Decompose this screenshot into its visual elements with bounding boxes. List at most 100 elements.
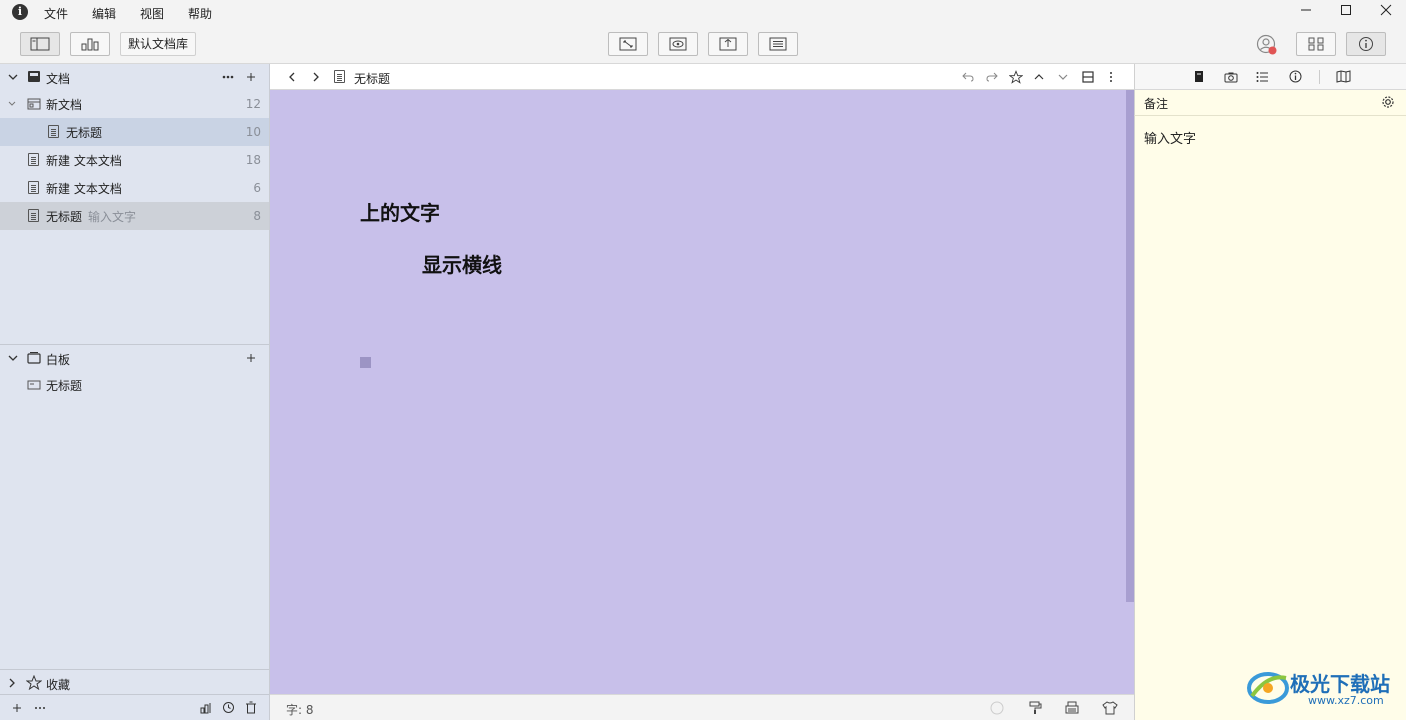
document-icon: [28, 209, 39, 222]
watermark-url: www.xz7.com: [1308, 694, 1384, 707]
editor-canvas[interactable]: [270, 90, 1134, 694]
menu-edit[interactable]: 编辑: [92, 5, 116, 22]
user-account-icon[interactable]: [1256, 34, 1278, 56]
sidebar-item-label: 无标题: [66, 125, 103, 140]
sidebar-item-label: 无标题: [46, 209, 83, 224]
chevron-down-icon[interactable]: [8, 354, 18, 362]
expand-icon: [619, 37, 637, 51]
grid-icon: [1308, 37, 1324, 51]
word-count: 12: [245, 97, 261, 111]
folder-icon: [27, 98, 41, 110]
title-bar: i 文件 编辑 视图 帮助: [0, 0, 1406, 26]
stats-button[interactable]: [70, 32, 110, 56]
sidebar-item-label: 新建 文本文档: [46, 153, 122, 168]
main-toolbar: 默认文档库: [0, 26, 1406, 64]
camera-icon[interactable]: [1224, 71, 1238, 83]
add-doc-icon[interactable]: [246, 72, 256, 82]
document-icon: [28, 181, 39, 194]
notes-body[interactable]: 输入文字: [1134, 116, 1406, 720]
map-icon[interactable]: [1336, 70, 1351, 83]
more-vertical-icon[interactable]: [1109, 71, 1113, 83]
whiteboard-icon: [27, 352, 41, 364]
doc-item[interactable]: 无标题 输入文字 8: [0, 202, 269, 230]
chevron-up-icon[interactable]: [1034, 73, 1044, 81]
library-selector[interactable]: 默认文档库: [120, 32, 197, 56]
info-panel-button[interactable]: [1346, 32, 1386, 56]
star-icon[interactable]: [1009, 70, 1023, 84]
doc-item[interactable]: 无标题 10: [0, 118, 269, 146]
note-text[interactable]: 输入文字: [1144, 128, 1196, 147]
export-button[interactable]: [708, 32, 748, 56]
editor-line-2[interactable]: 显示横线: [422, 249, 502, 278]
doc-item[interactable]: 新建 文本文档 6: [0, 174, 269, 202]
editor-line-1[interactable]: 上的文字: [360, 197, 440, 226]
menu-file[interactable]: 文件: [44, 5, 68, 22]
minimize-button[interactable]: [1295, 2, 1317, 22]
back-icon[interactable]: [288, 72, 296, 82]
boards-section-header[interactable]: 白板: [0, 345, 269, 371]
divider: [1319, 70, 1320, 84]
gear-icon[interactable]: [1381, 95, 1395, 109]
stats-icon[interactable]: [200, 701, 213, 714]
notes-tab-icon[interactable]: [1193, 70, 1205, 83]
doc-item[interactable]: 新建 文本文档 18: [0, 146, 269, 174]
eye-icon: [669, 37, 687, 51]
lines-icon: [769, 37, 787, 51]
layout-button[interactable]: [1296, 32, 1336, 56]
document-icon: [48, 125, 59, 138]
trash-icon[interactable]: [245, 701, 257, 714]
docs-section-title: 文档: [46, 72, 71, 86]
toggle-sidebar-button[interactable]: [20, 32, 60, 56]
forward-icon[interactable]: [312, 72, 320, 82]
typewriter-icon[interactable]: [1064, 701, 1080, 715]
app-logo-icon: i: [12, 4, 28, 20]
word-count: 8: [253, 209, 261, 223]
more-icon[interactable]: [34, 706, 46, 710]
history-icon[interactable]: [222, 701, 235, 714]
doc-preview: 输入文字: [88, 209, 137, 224]
redo-icon[interactable]: [986, 71, 998, 83]
menu-view[interactable]: 视图: [140, 5, 164, 22]
docs-section-header[interactable]: 文档: [0, 64, 269, 90]
folder-item[interactable]: 新文档 12: [0, 90, 269, 118]
fullscreen-button[interactable]: [608, 32, 648, 56]
editor-scrollbar[interactable]: [1126, 90, 1134, 602]
goal-progress-icon[interactable]: [990, 701, 1004, 715]
chevron-right-icon[interactable]: [8, 678, 16, 688]
undo-icon[interactable]: [962, 71, 974, 83]
watermark-logo-icon: [1247, 672, 1289, 704]
boards-section-title: 白板: [46, 353, 71, 367]
word-count-status: 字: 8: [286, 703, 314, 717]
sidebar-item-label: 无标题: [46, 378, 83, 393]
theme-shirt-icon[interactable]: [1102, 701, 1118, 715]
text-cursor: [360, 357, 371, 368]
list-icon[interactable]: [1256, 71, 1269, 83]
sidebar-item-label: 新文档: [46, 97, 83, 112]
chevron-down-icon[interactable]: [8, 73, 18, 81]
close-button[interactable]: [1375, 2, 1397, 22]
more-icon[interactable]: [222, 75, 234, 79]
chevron-down-icon[interactable]: [8, 100, 16, 108]
share-icon: [719, 37, 737, 51]
add-icon[interactable]: [12, 703, 22, 713]
document-icon: [334, 70, 345, 83]
preview-button[interactable]: [658, 32, 698, 56]
breadcrumb-title[interactable]: 无标题: [354, 70, 390, 87]
favorites-section-header[interactable]: 收藏: [0, 670, 269, 696]
format-painter-icon[interactable]: [1028, 701, 1042, 715]
chevron-down-icon[interactable]: [1058, 73, 1068, 81]
menu-help[interactable]: 帮助: [188, 5, 212, 22]
inbox-icon: [28, 71, 40, 82]
editor-header: 无标题: [270, 64, 1134, 90]
board-icon: [27, 380, 41, 390]
word-count: 18: [245, 153, 261, 167]
chart-icon: [81, 38, 99, 51]
board-item[interactable]: 无标题: [0, 371, 269, 399]
split-view-icon[interactable]: [1082, 71, 1094, 83]
maximize-button[interactable]: [1335, 2, 1357, 22]
document-icon: [28, 153, 39, 166]
add-board-icon[interactable]: [246, 353, 256, 363]
favorites-label: 收藏: [46, 678, 71, 692]
outline-button[interactable]: [758, 32, 798, 56]
info-icon[interactable]: [1289, 70, 1302, 83]
